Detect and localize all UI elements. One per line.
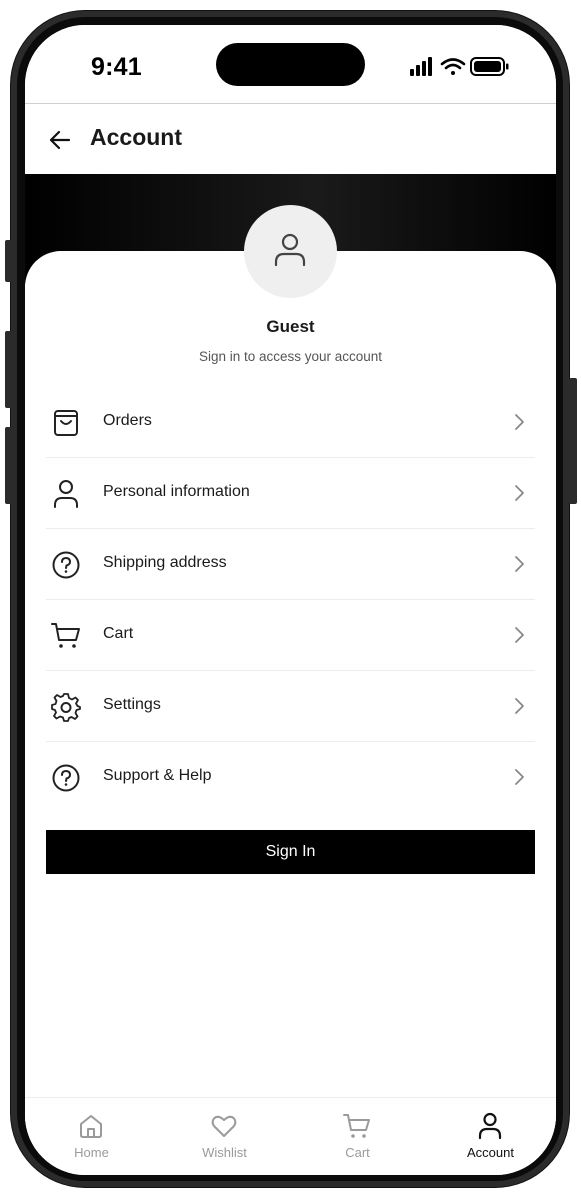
avatar <box>244 205 337 298</box>
menu-item-label: Settings <box>103 696 161 713</box>
wifi-icon <box>440 58 466 75</box>
chevron-right-icon <box>515 414 524 430</box>
app-header: Account <box>25 103 556 175</box>
volume-down-button <box>5 427 13 504</box>
chevron-right-icon <box>515 698 524 714</box>
user-icon <box>54 480 78 508</box>
page-title: Account <box>90 124 182 150</box>
menu-item-personal-information[interactable]: Personal information <box>46 458 535 529</box>
nav-label: Home <box>74 1145 109 1160</box>
status-bar: 9:41 <box>25 25 556 103</box>
nav-label: Wishlist <box>202 1145 247 1160</box>
bag-icon <box>54 410 78 436</box>
bottom-nav: Home Wishlist Cart Account <box>25 1097 556 1175</box>
cart-icon <box>51 623 80 648</box>
nav-item-home[interactable]: Home <box>25 1098 158 1175</box>
profile-subtitle: Sign in to access your account <box>198 349 383 364</box>
chevron-right-icon <box>515 556 524 572</box>
nav-label: Account <box>467 1145 514 1160</box>
menu-item-cart[interactable]: Cart <box>46 600 535 671</box>
account-menu: Orders Personal information Shipping add… <box>46 387 535 812</box>
menu-item-label: Personal information <box>103 483 250 500</box>
gear-icon <box>51 693 81 722</box>
nav-item-cart[interactable]: Cart <box>291 1098 424 1175</box>
power-button <box>569 378 577 504</box>
profile-name: Guest <box>266 317 315 336</box>
status-time: 9:41 <box>91 53 142 81</box>
back-arrow-icon[interactable] <box>47 127 73 153</box>
user-icon <box>478 1112 502 1140</box>
action-button <box>5 240 13 282</box>
status-icons <box>410 57 509 76</box>
menu-item-orders[interactable]: Orders <box>46 387 535 458</box>
menu-item-label: Cart <box>103 625 134 642</box>
nav-item-account[interactable]: Account <box>424 1098 556 1175</box>
menu-item-label: Orders <box>103 412 152 429</box>
home-icon <box>80 1115 102 1138</box>
nav-label: Cart <box>345 1145 370 1160</box>
help-circle-icon <box>52 764 80 792</box>
menu-item-settings[interactable]: Settings <box>46 671 535 742</box>
battery-icon <box>470 57 509 76</box>
menu-item-support-help[interactable]: Support & Help <box>46 742 535 812</box>
nav-item-wishlist[interactable]: Wishlist <box>158 1098 291 1175</box>
menu-item-shipping-address[interactable]: Shipping address <box>46 529 535 600</box>
chevron-right-icon <box>515 485 524 501</box>
sign-in-button[interactable]: Sign In <box>46 830 535 874</box>
chevron-right-icon <box>515 627 524 643</box>
menu-item-label: Shipping address <box>103 554 227 571</box>
dynamic-island <box>216 43 365 86</box>
chevron-right-icon <box>515 769 524 785</box>
screen: 9:41 Account Guest Sign in to access you… <box>25 25 556 1175</box>
heart-icon <box>211 1115 237 1137</box>
volume-up-button <box>5 331 13 408</box>
user-avatar-icon <box>274 233 306 267</box>
cart-icon <box>343 1114 370 1138</box>
menu-item-label: Support & Help <box>103 767 212 784</box>
signal-icon <box>410 57 432 76</box>
help-circle-icon <box>52 551 80 579</box>
